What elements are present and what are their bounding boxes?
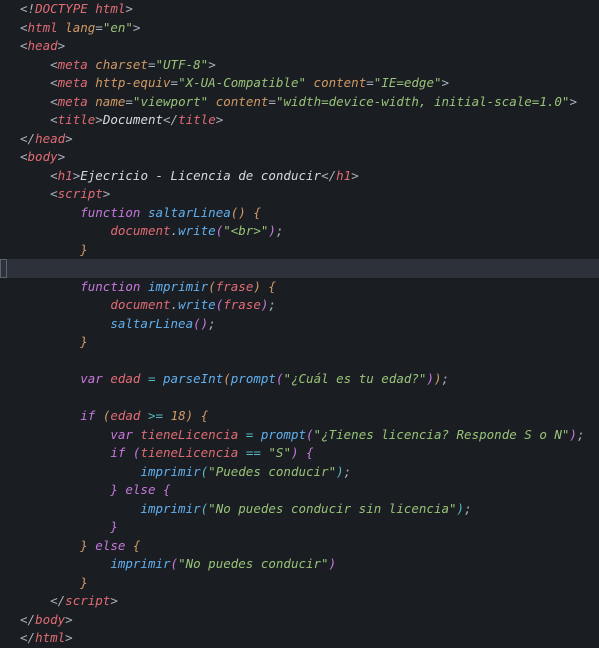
code-line: imprimir("Puedes conducir");	[20, 463, 599, 482]
code-line: <body>	[20, 148, 599, 167]
code-line: imprimir("No puedes conducir")	[20, 555, 599, 574]
code-line	[20, 352, 599, 371]
code-line: }	[20, 518, 599, 537]
code-line: </script>	[20, 592, 599, 611]
code-line: if (tieneLicencia == "S") {	[20, 444, 599, 463]
cursor-icon	[0, 259, 7, 278]
code-line	[20, 389, 599, 408]
code-line: if (edad >= 18) {	[20, 407, 599, 426]
code-line: }	[20, 333, 599, 352]
code-line: var edad = parseInt(prompt("¿Cuál es tu …	[20, 370, 599, 389]
code-line: <!DOCTYPE html>	[20, 0, 599, 19]
code-line: var tieneLicencia = prompt("¿Tienes lice…	[20, 426, 599, 445]
code-line: <meta http-equiv="X-UA-Compatible" conte…	[20, 74, 599, 93]
code-line: document.write(frase);	[20, 296, 599, 315]
code-editor[interactable]: <!DOCTYPE html> <html lang="en"> <head> …	[0, 0, 599, 648]
code-line: </head>	[20, 130, 599, 149]
code-line: <html lang="en">	[20, 19, 599, 38]
code-line: <meta name="viewport" content="width=dev…	[20, 93, 599, 112]
code-line: }	[20, 241, 599, 260]
code-line: function imprimir(frase) {	[20, 278, 599, 297]
code-line: document.write("<br>");	[20, 222, 599, 241]
code-line: </html>	[20, 629, 599, 648]
code-line: } else {	[20, 481, 599, 500]
code-line: <head>	[20, 37, 599, 56]
code-line: function saltarLinea() {	[20, 204, 599, 223]
code-line: saltarLinea();	[20, 315, 599, 334]
code-line: <script>	[20, 185, 599, 204]
code-line: <title>Document</title>	[20, 111, 599, 130]
code-line: <h1>Ejecricio - Licencia de conducir</h1…	[20, 167, 599, 186]
code-line: <meta charset="UTF-8">	[20, 56, 599, 75]
code-line-active	[0, 259, 599, 278]
code-line: } else {	[20, 537, 599, 556]
code-line: imprimir("No puedes conducir sin licenci…	[20, 500, 599, 519]
code-line: }	[20, 574, 599, 593]
code-line: </body>	[20, 611, 599, 630]
